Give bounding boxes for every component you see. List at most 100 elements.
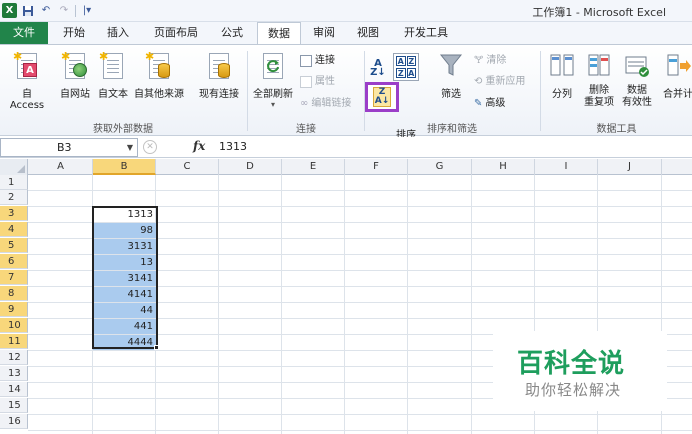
group-connections: 全部刷新 ▾ 连接 属性 ∞ 编辑链接 连接 [248, 45, 364, 137]
sort-descending-button[interactable]: Z A↓ [365, 82, 399, 112]
from-web-button[interactable]: ✱ 自网站 [56, 51, 94, 100]
consolidate-button[interactable]: 合并计 [661, 51, 692, 100]
sort-descending-icon: Z A↓ [373, 87, 391, 107]
from-other-sources-button[interactable]: ✱ 自其他来源 [130, 51, 188, 100]
cell-b3[interactable]: 1313 [93, 207, 156, 222]
text-to-columns-label: 分列 [552, 89, 572, 100]
sort-dialog-icon[interactable]: AZ ZA [393, 53, 419, 81]
advanced-label: 高级 [485, 98, 506, 109]
cancel-icon[interactable]: ✕ [143, 140, 157, 154]
remove-duplicates-label: 删除 重复项 [584, 85, 614, 108]
row-header[interactable]: 7 [0, 270, 28, 285]
row-header[interactable]: 13 [0, 366, 28, 381]
row-header[interactable]: 1 [0, 175, 28, 190]
cell-b5[interactable]: 3131 [93, 239, 156, 254]
row-header[interactable]: 15 [0, 398, 28, 413]
properties-label: 属性 [315, 76, 335, 87]
cell-b11[interactable]: 4444 [93, 335, 156, 350]
cell-b4[interactable]: 98 [93, 223, 156, 238]
gridline [28, 190, 692, 191]
column-header-e[interactable]: E [282, 159, 345, 175]
refresh-all-button[interactable]: 全部刷新 ▾ [250, 51, 296, 109]
column-header-g[interactable]: G [408, 159, 472, 175]
filter-icon [437, 51, 465, 81]
refresh-all-label: 全部刷新 [253, 89, 293, 100]
edit-links-button[interactable]: ∞ 编辑链接 [300, 96, 351, 112]
tab-insert[interactable]: 插入 [100, 22, 136, 44]
column-header-a[interactable]: A [29, 159, 93, 175]
row-header[interactable]: 6 [0, 254, 28, 269]
ribbon: A ✱ 自 Access ✱ 自网站 ✱ 自文本 ✱ 自其他来源 现有连接 获取… [0, 44, 692, 141]
tab-review[interactable]: 审阅 [306, 22, 342, 44]
reapply-button[interactable]: ⟲ 重新应用 [474, 74, 525, 90]
column-header-f[interactable]: F [345, 159, 408, 175]
filter-label: 筛选 [441, 89, 461, 100]
name-box[interactable]: B3 ▼ [0, 138, 138, 157]
clear-button[interactable]: 🝖 清除 [474, 53, 506, 69]
from-access-button[interactable]: A ✱ 自 Access [4, 51, 50, 111]
from-other-sources-label: 自其他来源 [134, 89, 184, 100]
cell-b6[interactable]: 13 [93, 255, 156, 270]
gridline [218, 175, 219, 434]
column-header-d[interactable]: D [219, 159, 282, 175]
gridline [28, 414, 692, 415]
row-header[interactable]: 16 [0, 414, 28, 429]
ribbon-tabs: 文件 开始 插入 页面布局 公式 数据 审阅 视图 开发工具 [0, 22, 692, 45]
from-web-label: 自网站 [60, 89, 90, 100]
text-to-columns-button[interactable]: 分列 [547, 51, 577, 100]
watermark-title: 百科全说 [517, 349, 626, 379]
tab-data[interactable]: 数据 [257, 22, 301, 45]
row-header[interactable]: 10 [0, 318, 28, 333]
connections-button[interactable]: 连接 [300, 53, 335, 69]
chevron-down-icon: ▾ [270, 100, 275, 109]
save-icon[interactable] [21, 4, 35, 18]
formula-input[interactable]: 1313 [219, 140, 247, 153]
row-header[interactable]: 2 [0, 190, 28, 205]
tab-page-layout[interactable]: 页面布局 [146, 22, 206, 44]
row-header[interactable]: 11 [0, 334, 28, 349]
excel-logo-icon[interactable]: X [2, 3, 17, 18]
redo-icon[interactable]: ↷ [57, 4, 71, 18]
chevron-down-icon[interactable]: ▼ [127, 139, 133, 156]
existing-connections-button[interactable]: 现有连接 [194, 51, 244, 100]
tab-home[interactable]: 开始 [56, 22, 92, 44]
cell-b7[interactable]: 3141 [93, 271, 156, 286]
row-header[interactable]: 8 [0, 286, 28, 301]
cell-b9[interactable]: 44 [93, 303, 156, 318]
properties-button[interactable]: 属性 [300, 74, 335, 90]
column-header-c[interactable]: C [156, 159, 219, 175]
column-header-b[interactable]: B [93, 159, 156, 175]
formula-bar: B3 ▼ ✕ fx 1313 [0, 137, 692, 158]
cell-b10[interactable]: 441 [93, 319, 156, 334]
insert-function-icon[interactable]: fx [193, 139, 205, 153]
text-file-icon: ✱ [99, 51, 127, 81]
from-text-button[interactable]: ✱ 自文本 [94, 51, 132, 100]
tab-file[interactable]: 文件 [0, 22, 48, 44]
row-header[interactable]: 5 [0, 238, 28, 253]
undo-icon[interactable]: ↶ [39, 4, 53, 18]
select-all-button[interactable] [0, 159, 28, 175]
row-header[interactable]: 4 [0, 222, 28, 237]
row-header[interactable]: 12 [0, 350, 28, 365]
advanced-filter-button[interactable]: ✎ 高级 [474, 96, 505, 112]
row-header[interactable]: 9 [0, 302, 28, 317]
sort-ascending-icon[interactable]: A Z↓ [370, 59, 386, 78]
fill-handle[interactable] [154, 345, 159, 350]
remove-duplicates-button[interactable]: 删除 重复项 [581, 51, 617, 109]
column-header-j[interactable]: J [598, 159, 662, 175]
row-header[interactable]: 3 [0, 206, 28, 221]
filter-button[interactable]: 筛选 [436, 51, 466, 100]
tab-view[interactable]: 视图 [350, 22, 386, 44]
column-header-i[interactable]: I [535, 159, 598, 175]
reapply-label: 重新应用 [485, 76, 526, 87]
tab-developer[interactable]: 开发工具 [396, 22, 456, 44]
customize-qat-button[interactable]: |▾ [80, 4, 94, 18]
tab-formulas[interactable]: 公式 [214, 22, 250, 44]
cell-b8[interactable]: 4141 [93, 287, 156, 302]
group-data-tools: 分列 删除 重复项 数据 有效性 合并计 数据工具 [541, 45, 692, 137]
advanced-filter-icon: ✎ [474, 98, 483, 109]
column-header-h[interactable]: H [472, 159, 535, 175]
row-header[interactable]: 14 [0, 382, 28, 397]
from-access-label: 自 Access [9, 89, 45, 111]
data-validation-button[interactable]: 数据 有效性 [619, 51, 655, 109]
